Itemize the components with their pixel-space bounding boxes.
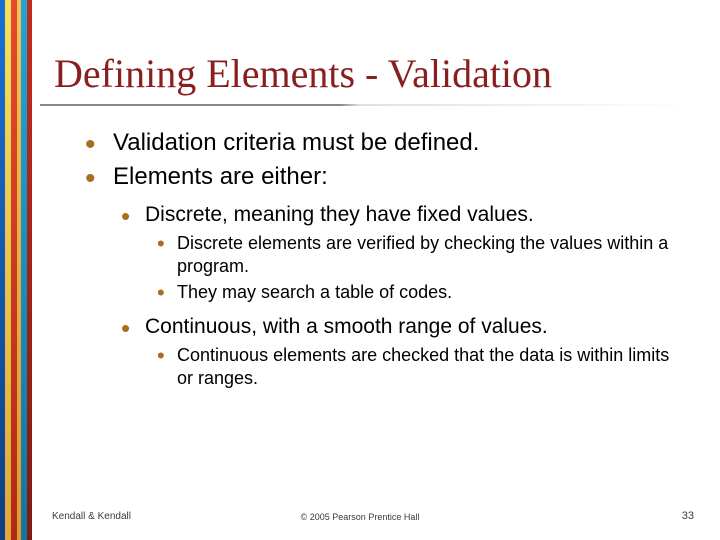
slide-title: Defining Elements - Validation — [54, 50, 552, 97]
slide-number: 33 — [682, 510, 694, 522]
bullet-level2: Discrete, meaning they have fixed values… — [121, 202, 685, 228]
decorative-stripe — [0, 0, 32, 540]
bullet-level2: Continuous, with a smooth range of value… — [121, 314, 685, 340]
bullet-level1: Elements are either: — [85, 162, 685, 192]
bullet-level3: They may search a table of codes. — [157, 281, 685, 304]
bullet-level3: Continuous elements are checked that the… — [157, 344, 685, 389]
bullet-level1: Validation criteria must be defined. — [85, 128, 685, 158]
bullet-level3: Discrete elements are verified by checki… — [157, 232, 685, 277]
footer-copyright: © 2005 Pearson Prentice Hall — [0, 512, 720, 522]
title-underline — [40, 104, 696, 106]
slide-body: Validation criteria must be defined. Ele… — [85, 128, 685, 391]
